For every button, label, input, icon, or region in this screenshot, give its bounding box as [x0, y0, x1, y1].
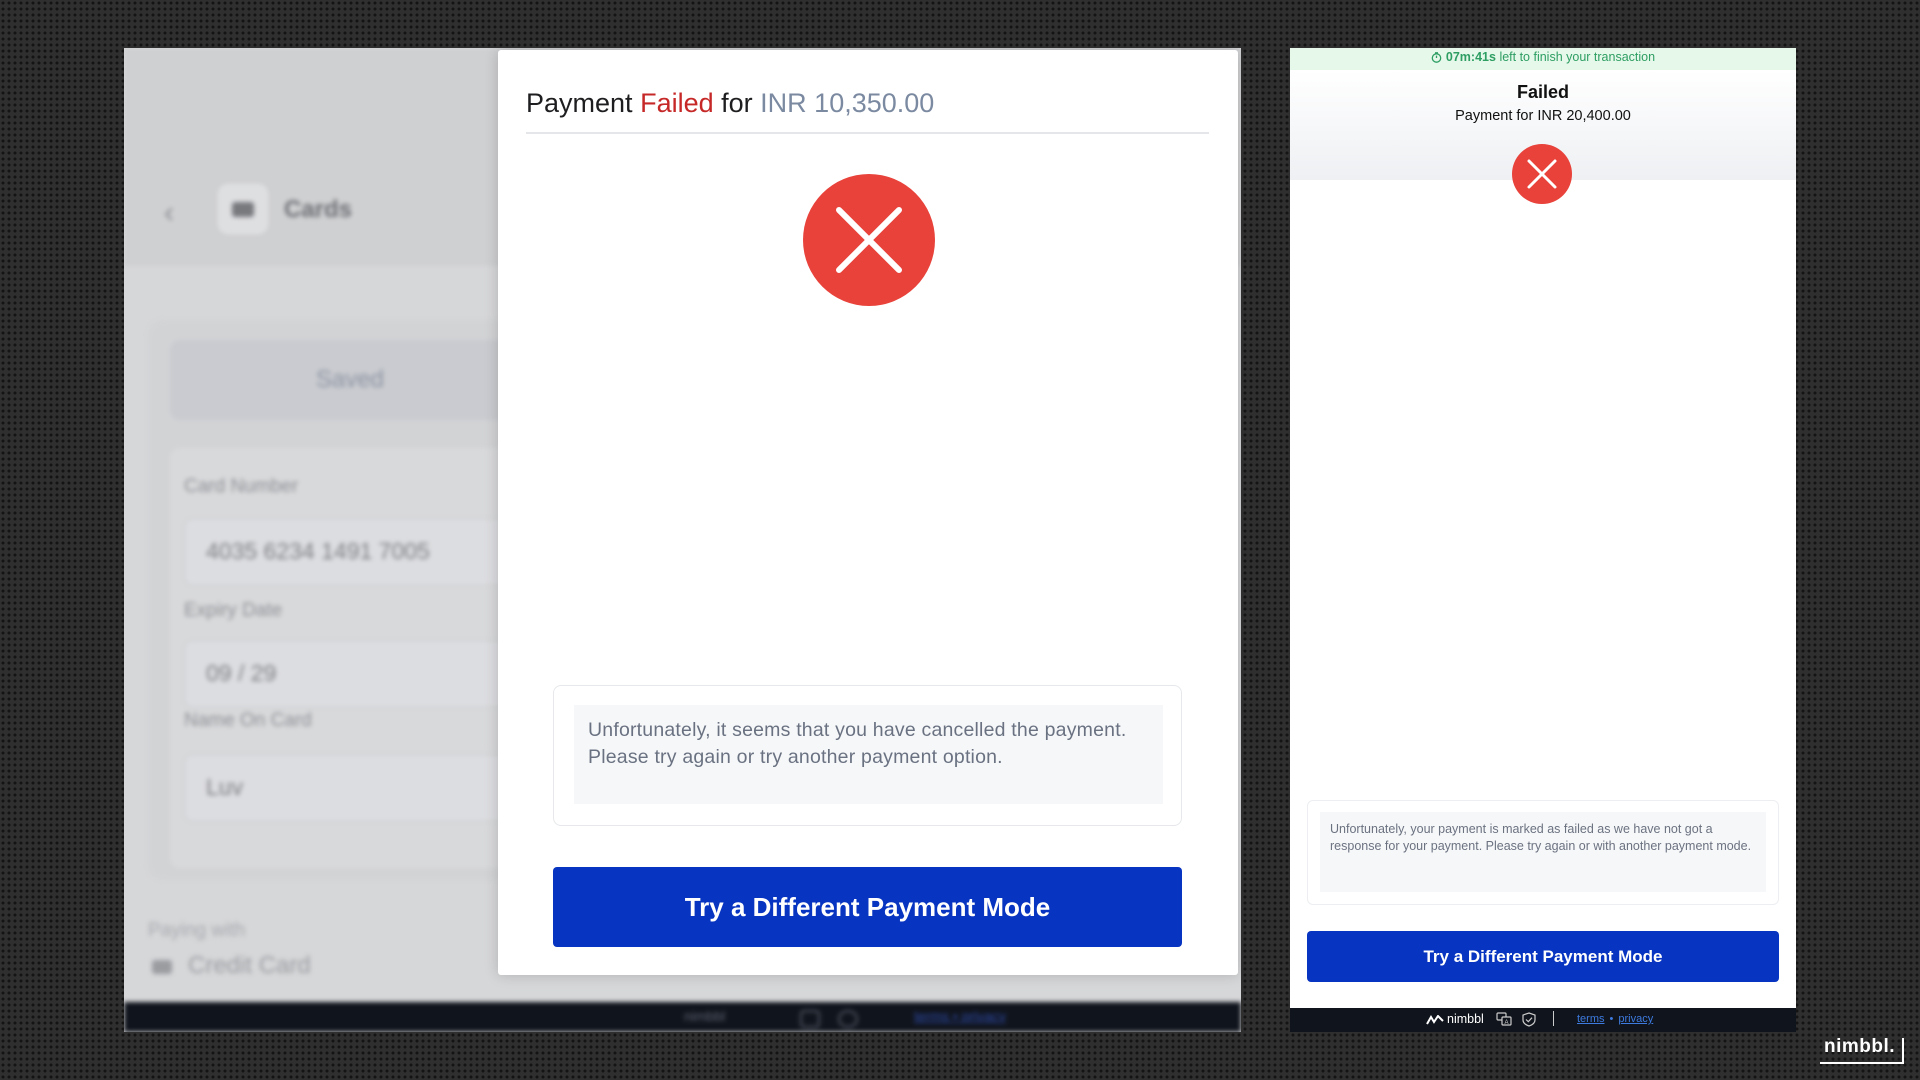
failure-message: Unfortunately, it seems that you have ca… [574, 705, 1163, 804]
transaction-timer: 07m:41s left to finish your transaction [1290, 48, 1796, 70]
payment-failed-modal: Payment Failed for INR 10,350.00 Unfortu… [498, 50, 1238, 975]
try-different-payment-button[interactable]: Try a Different Payment Mode [553, 867, 1182, 947]
paying-with-value: Credit Card [188, 952, 311, 979]
desktop-checkout-screen: ‹ Cards Saved Card Number 4035 6234 1491… [124, 48, 1241, 1032]
nimbbl-logo-icon [1426, 1014, 1444, 1025]
shield-icon [838, 1010, 858, 1028]
footer-divider [1553, 1011, 1554, 1026]
footer-terms-link[interactable]: terms [1577, 1013, 1605, 1025]
footer-terms-link[interactable]: terms [914, 1008, 949, 1024]
svg-text:A: A [1505, 1020, 1509, 1026]
translate-icon [800, 1010, 820, 1028]
status-title: Failed [1516, 82, 1569, 102]
title-divider [526, 132, 1209, 134]
timer-text: left to finish your transaction [1499, 50, 1656, 64]
title-status: Failed [640, 88, 714, 118]
footer-brand-text: nimbbl [1447, 1012, 1484, 1026]
message-box: Unfortunately, it seems that you have ca… [553, 685, 1182, 826]
expiry-value: 09 / 29 [206, 660, 277, 686]
credit-card-icon [152, 960, 172, 974]
title-amount: INR 10,350.00 [760, 88, 935, 118]
title-prefix: Payment [526, 88, 633, 118]
brand-watermark: nimbbl. [1820, 1036, 1904, 1064]
mobile-checkout-screen: 07m:41s left to finish your transaction … [1290, 48, 1796, 1032]
message-box: Unfortunately, your payment is marked as… [1307, 800, 1779, 905]
back-arrow-icon[interactable]: ‹ [164, 196, 174, 230]
timer-time: 07m:41s [1445, 50, 1496, 64]
payment-amount: Payment for INR 20,400.00 [1455, 108, 1631, 124]
footer-brand: nimbbl [1426, 1012, 1484, 1026]
expiry-label: Expiry Date [184, 600, 283, 621]
try-different-payment-button[interactable]: Try a Different Payment Mode [1307, 931, 1779, 982]
translate-icon[interactable]: A [1496, 1012, 1512, 1026]
footer-link-separator: • [1609, 1013, 1614, 1025]
stopwatch-icon [1431, 52, 1442, 64]
close-circle-icon [803, 174, 935, 306]
section-title: Cards [284, 196, 353, 223]
name-on-card-label: Name On Card [184, 710, 312, 731]
footer-privacy-link[interactable]: privacy [1618, 1013, 1653, 1025]
footer: nimbbl A terms • privacy [1290, 1008, 1796, 1032]
bg-footer: nimbbl terms • privacy [124, 1002, 1241, 1032]
card-number-value: 4035 6234 1491 7005 [206, 538, 430, 564]
brand-sideline [1902, 1038, 1904, 1064]
brand-watermark-text: nimbbl. [1824, 1036, 1896, 1057]
modal-title: Payment Failed for INR 10,350.00 [526, 88, 934, 119]
card-number-label: Card Number [184, 476, 299, 497]
name-on-card-value: Luv [206, 774, 244, 800]
footer-links: terms • privacy [1577, 1013, 1653, 1025]
brand-underline [1820, 1062, 1904, 1064]
shield-check-icon [1522, 1012, 1536, 1027]
card-icon [216, 182, 270, 236]
failure-message: Unfortunately, your payment is marked as… [1320, 812, 1766, 892]
close-circle-icon [1512, 144, 1572, 204]
paying-with-label: Paying with [148, 920, 246, 941]
footer-links: terms • privacy [914, 1008, 1007, 1024]
title-middle: for [721, 88, 753, 118]
footer-privacy-link[interactable]: privacy [962, 1008, 1006, 1024]
footer-brand: nimbbl [684, 1008, 726, 1024]
tab-saved[interactable]: Saved [170, 340, 530, 420]
